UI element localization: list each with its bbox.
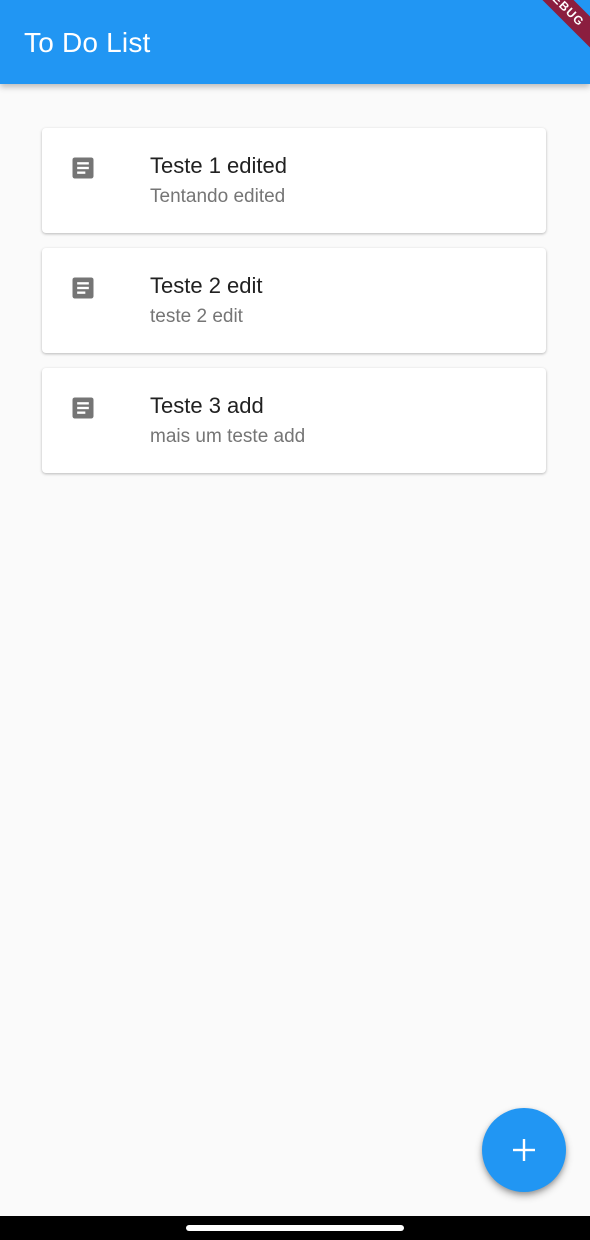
todo-title: Teste 2 edit <box>150 273 263 298</box>
todo-card[interactable]: Teste 2 edit teste 2 edit <box>42 248 546 353</box>
todo-card[interactable]: Teste 3 add mais um teste add <box>42 368 546 473</box>
todo-subtitle: Tentando edited <box>150 186 286 207</box>
plus-icon <box>513 1139 535 1161</box>
app-bar: To Do List DEBUG <box>0 0 590 84</box>
system-nav-bar <box>0 1216 590 1240</box>
home-indicator[interactable] <box>186 1225 404 1231</box>
todo-card[interactable]: Teste 1 edited Tentando edited <box>42 128 546 233</box>
todo-title: Teste 3 add <box>150 393 264 418</box>
todo-subtitle: teste 2 edit <box>150 306 243 327</box>
note-icon <box>72 277 94 299</box>
add-todo-button[interactable] <box>482 1108 566 1192</box>
todo-title: Teste 1 edited <box>150 153 287 178</box>
todo-subtitle: mais um teste add <box>150 426 306 447</box>
note-icon <box>72 397 94 419</box>
todo-list: Teste 1 edited Tentando edited Teste 2 e… <box>42 128 546 488</box>
app-title: To Do List <box>24 27 151 58</box>
note-icon <box>72 157 94 179</box>
debug-banner: DEBUG <box>518 0 590 54</box>
screen: To Do List DEBUG Teste 1 edited Tentando… <box>0 0 590 1240</box>
